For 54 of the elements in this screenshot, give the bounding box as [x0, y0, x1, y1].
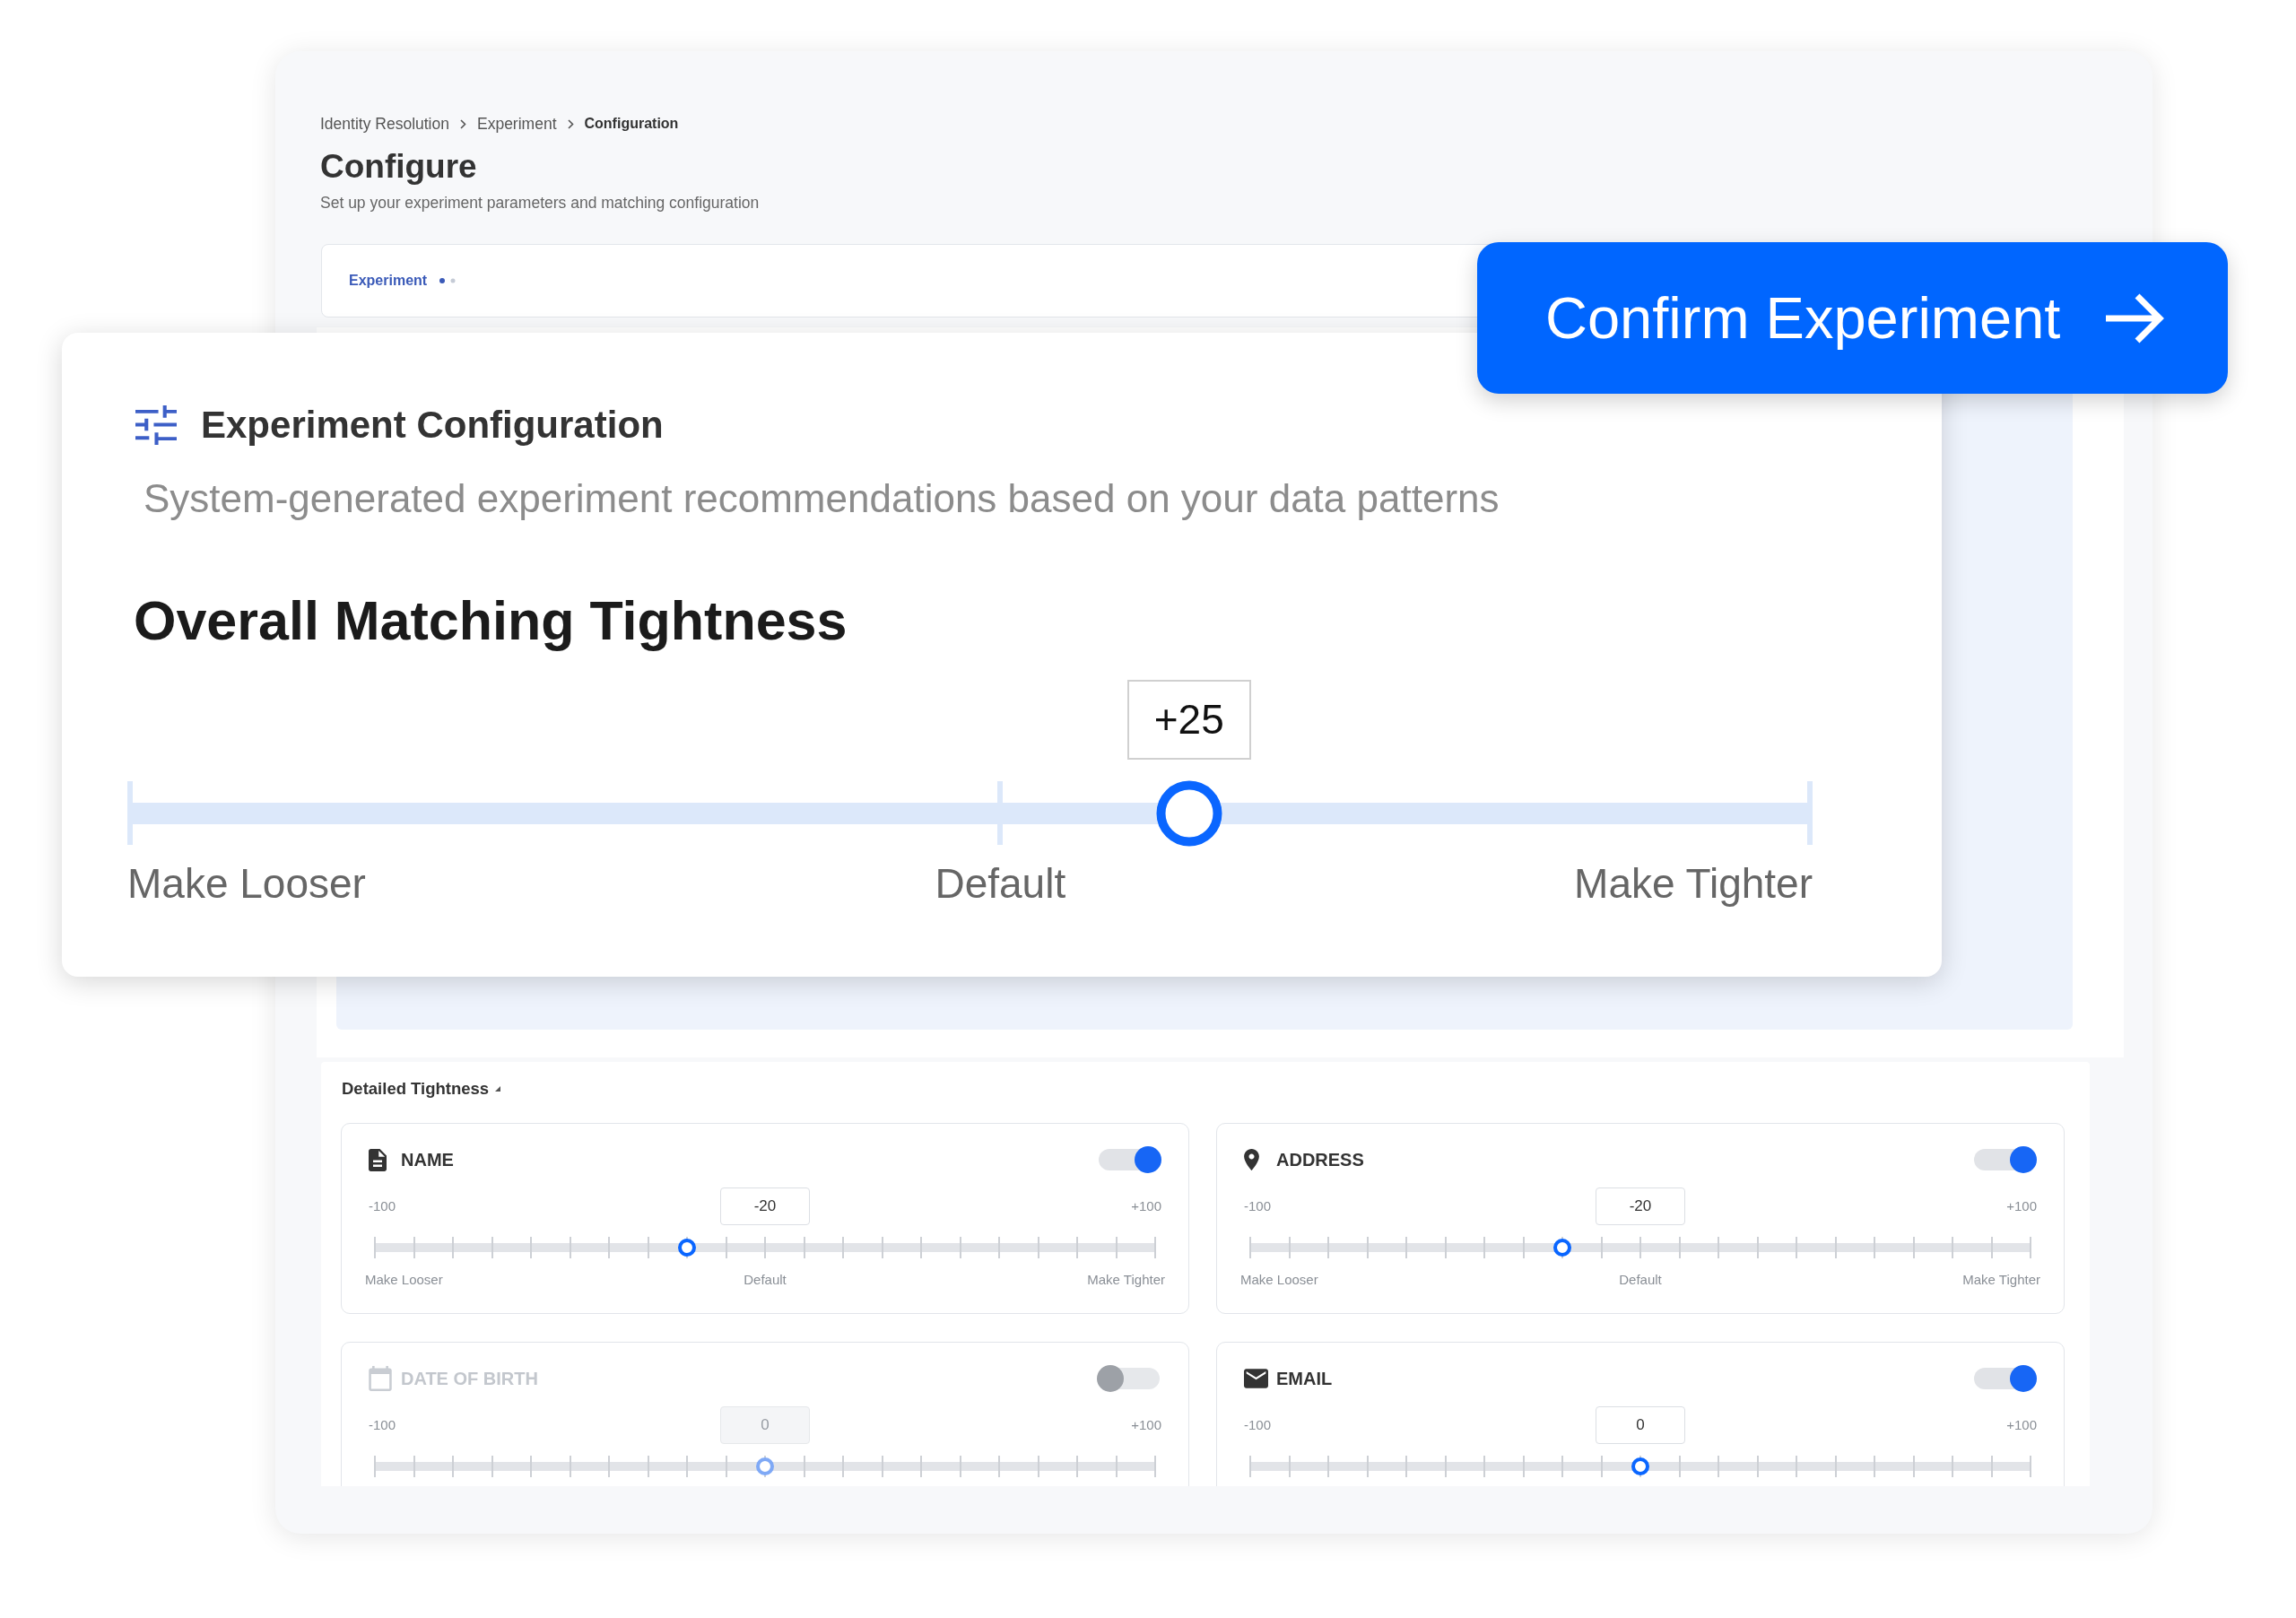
range-min: -100	[1244, 1415, 1272, 1434]
slider-thumb[interactable]	[756, 1457, 774, 1475]
field-label: EMAIL	[1276, 1368, 1333, 1390]
chevron-right-icon	[460, 118, 466, 129]
sliders-icon	[135, 405, 177, 445]
page-title: Configure	[320, 147, 478, 187]
slider-thumb[interactable]	[1631, 1457, 1649, 1475]
card-title: Experiment Configuration	[201, 404, 664, 447]
page-subtitle: Set up your experiment parameters and matching configuration	[320, 193, 761, 213]
slider-thumb[interactable]	[1552, 1239, 1571, 1257]
slider-title: Overall Matching Tightness	[134, 590, 848, 651]
slider-label: Default	[1619, 1272, 1662, 1288]
range-min: -100	[369, 1196, 396, 1215]
tab[interactable]: Experiment	[349, 270, 428, 291]
breadcrumb-current: Configuration	[584, 115, 679, 133]
slider-label: Make Looser	[127, 859, 366, 908]
caret-icon[interactable]	[495, 1086, 501, 1092]
range-max: +100	[2006, 1415, 2037, 1434]
toggle-switch[interactable]	[1097, 1365, 1161, 1392]
value-field[interactable]: +25	[1126, 680, 1251, 760]
slider-thumb[interactable]	[677, 1239, 696, 1257]
slider-label: Default	[935, 859, 1066, 908]
calendar-icon	[369, 1366, 392, 1391]
slider-label: Make Looser	[1240, 1272, 1318, 1288]
breadcrumb-link[interactable]: Experiment	[477, 111, 557, 136]
value-field[interactable]: 0	[1596, 1406, 1685, 1444]
dots-icon	[439, 278, 457, 283]
range-max: +100	[1131, 1196, 1161, 1215]
range-min: -100	[1244, 1196, 1272, 1215]
arrow-right-icon	[2106, 292, 2166, 344]
range-max: +100	[2006, 1196, 2037, 1215]
section-title: Detailed Tightness	[342, 1079, 490, 1099]
confirm-button[interactable]: Confirm Experiment	[1477, 242, 2228, 394]
document-icon	[369, 1148, 387, 1171]
mail-icon	[1244, 1369, 1268, 1388]
range-min: -100	[369, 1415, 396, 1434]
field-label: ADDRESS	[1276, 1149, 1364, 1171]
toggle-switch[interactable]	[1972, 1146, 2037, 1173]
slider-label: Default	[744, 1272, 787, 1288]
breadcrumb-link[interactable]: Identity Resolution	[320, 111, 449, 136]
slider-label: Make Looser	[365, 1272, 443, 1288]
card-subtitle: System-generated experiment recommendations based on your data patterns	[144, 476, 1500, 521]
chevron-right-icon	[567, 118, 574, 129]
slider-label: Make Tighter	[1962, 1272, 2040, 1288]
slider-label: Make Tighter	[1574, 859, 1813, 908]
location-pin-icon	[1244, 1149, 1259, 1170]
slider-label: Make Tighter	[1087, 1272, 1165, 1288]
field-label: NAME	[401, 1149, 454, 1171]
toggle-switch[interactable]	[1972, 1365, 2037, 1392]
value-field[interactable]: -20	[1596, 1187, 1685, 1225]
toggle-switch[interactable]	[1097, 1146, 1161, 1173]
field-label: DATE OF BIRTH	[401, 1368, 538, 1390]
range-max: +100	[1131, 1415, 1161, 1434]
value-field[interactable]: -20	[720, 1187, 810, 1225]
